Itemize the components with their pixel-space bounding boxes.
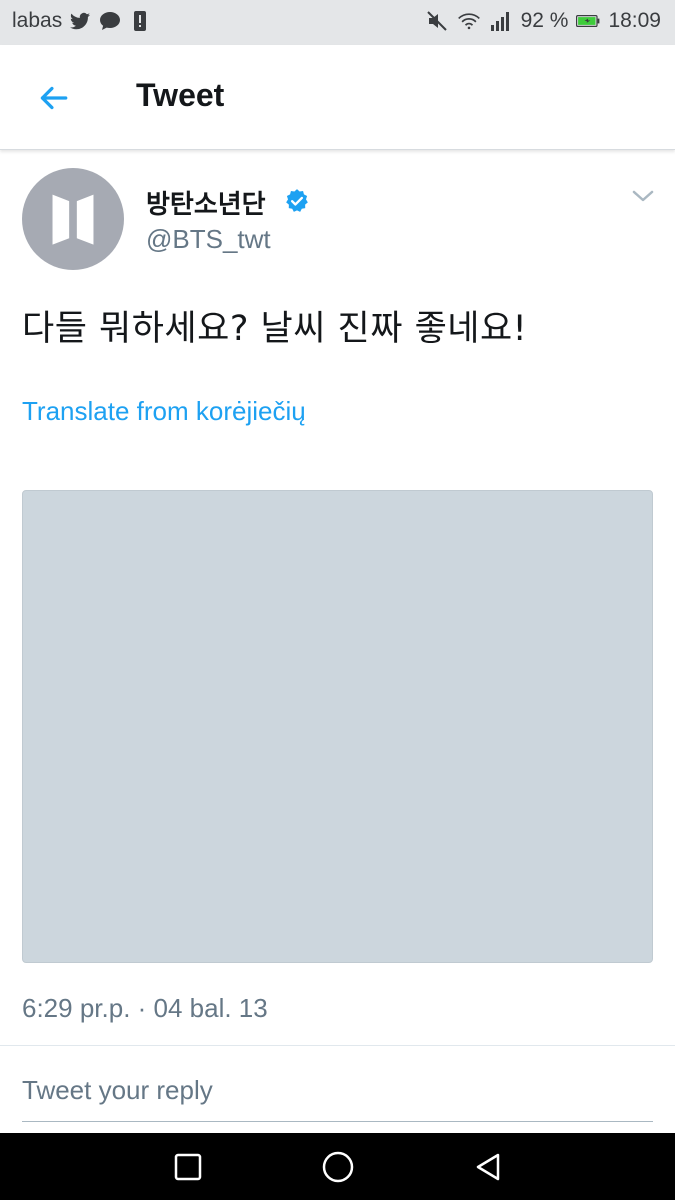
recents-button[interactable] xyxy=(170,1149,206,1185)
page-title: Tweet xyxy=(136,77,225,113)
alert-icon xyxy=(134,11,147,31)
tweet-detail-screen: labas 92 % 18:09 Tweet 방탄소년단 @BTS_twt 다들… xyxy=(0,0,675,1200)
signal-icon xyxy=(490,12,509,31)
twitter-icon xyxy=(70,12,91,30)
recents-square-icon xyxy=(174,1153,202,1181)
chevron-down-icon[interactable] xyxy=(630,186,656,206)
reply-box[interactable] xyxy=(22,1065,653,1122)
tweet-timestamp: 6:29 pr.p. · 04 bal. 13 xyxy=(22,993,268,1023)
user-handle[interactable]: @BTS_twt xyxy=(146,224,271,255)
translate-link[interactable]: Translate from korėjiečių xyxy=(22,396,306,427)
app-header: Tweet xyxy=(0,45,675,150)
verified-badge-icon xyxy=(286,189,308,212)
bts-logo-icon xyxy=(52,194,94,245)
home-circle-icon xyxy=(322,1151,354,1183)
mute-icon xyxy=(426,11,447,31)
reply-input[interactable] xyxy=(22,1065,653,1115)
display-name[interactable]: 방탄소년단 xyxy=(146,184,266,221)
chat-icon xyxy=(100,12,121,30)
home-button[interactable] xyxy=(320,1149,356,1185)
status-bar: labas 92 % 18:09 xyxy=(0,0,675,45)
wifi-icon xyxy=(457,13,480,30)
avatar[interactable] xyxy=(22,168,124,270)
battery-percent: 92 % xyxy=(520,9,569,32)
tweet-media-placeholder[interactable] xyxy=(22,490,653,963)
back-triangle-icon xyxy=(476,1153,500,1181)
arrow-left-icon xyxy=(40,86,68,110)
system-nav-bar xyxy=(0,1133,675,1200)
status-bar-right: 92 % 18:09 xyxy=(425,9,661,33)
carrier-name: labas xyxy=(12,9,63,32)
clock: 18:09 xyxy=(608,9,661,32)
status-bar-left: labas xyxy=(12,9,152,33)
back-nav-button[interactable] xyxy=(470,1149,506,1185)
tweet-text: 다들 뭐하세요? 날씨 진짜 좋네요! xyxy=(22,309,528,349)
divider xyxy=(0,1045,675,1046)
battery-icon xyxy=(576,15,600,27)
back-button[interactable] xyxy=(30,75,76,121)
